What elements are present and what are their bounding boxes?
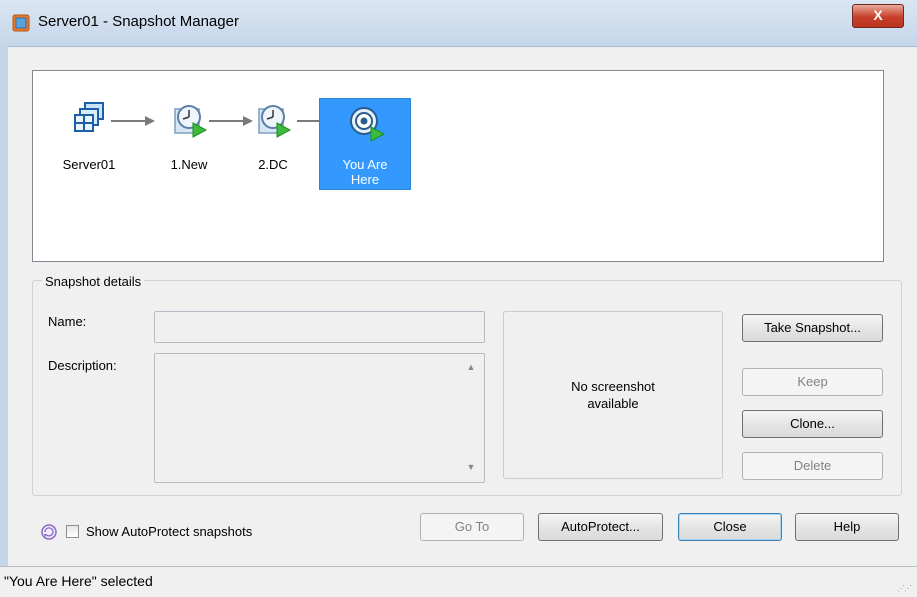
- screenshot-placeholder-line2: available: [587, 396, 639, 411]
- snapshot-tree-panel[interactable]: Server01 1.New 2.DC You Are Here: [32, 70, 884, 262]
- screenshot-preview: No screenshot available: [503, 311, 723, 479]
- screenshot-placeholder-line1: No screenshot: [571, 379, 655, 394]
- name-field[interactable]: [154, 311, 485, 343]
- delete-button[interactable]: Delete: [742, 452, 883, 480]
- snapshot-node-server01[interactable]: Server01: [43, 95, 135, 187]
- snapshot-manager-window: Server01 - Snapshot Manager X Server01 1…: [0, 0, 917, 597]
- autoprotect-clock-icon: [41, 524, 57, 540]
- status-bar: "You Are Here" selected ⋰⋰: [0, 566, 917, 597]
- snapshot-node-you-are-here[interactable]: You Are Here: [319, 98, 411, 190]
- snapshot-node-label-line1: You Are: [342, 157, 388, 172]
- snapshot-clock-icon: [174, 105, 208, 138]
- snapshot-clock-icon: [258, 105, 292, 138]
- show-autoprotect-label: Show AutoProtect snapshots: [86, 524, 253, 539]
- resize-grip-icon[interactable]: ⋰⋰: [897, 584, 912, 593]
- name-label: Name:: [48, 314, 87, 329]
- you-are-here-target-icon: [350, 107, 386, 142]
- help-button[interactable]: Help: [795, 513, 899, 541]
- snapshot-details-legend: Snapshot details: [42, 274, 145, 289]
- vmware-app-icon: [12, 14, 30, 32]
- snapshot-node-1-new[interactable]: 1.New: [143, 95, 235, 187]
- autoprotect-button[interactable]: AutoProtect...: [538, 513, 663, 541]
- status-text: "You Are Here" selected: [4, 573, 153, 589]
- scroll-up-arrow-icon[interactable]: ▲: [464, 360, 478, 374]
- scroll-down-arrow-icon[interactable]: ▼: [464, 460, 478, 474]
- keep-button[interactable]: Keep: [742, 368, 883, 396]
- virtual-machine-icon: [74, 102, 104, 132]
- snapshot-node-label-line2: Here: [350, 172, 380, 187]
- close-button[interactable]: Close: [678, 513, 782, 541]
- window-title: Server01 - Snapshot Manager: [38, 13, 239, 30]
- go-to-button[interactable]: Go To: [420, 513, 524, 541]
- take-snapshot-button[interactable]: Take Snapshot...: [742, 314, 883, 342]
- snapshot-node-label: 1.New: [170, 157, 208, 172]
- snapshot-node-label: 2.DC: [258, 157, 288, 172]
- window-frame-left: [0, 46, 8, 566]
- description-field[interactable]: [154, 353, 485, 483]
- snapshot-node-2-dc[interactable]: 2.DC: [227, 95, 319, 187]
- snapshot-node-label: Server01: [62, 157, 116, 172]
- title-bar[interactable]: Server01 - Snapshot Manager X: [0, 0, 917, 47]
- window-close-button[interactable]: X: [852, 4, 904, 28]
- description-label: Description:: [48, 358, 117, 373]
- clone-button[interactable]: Clone...: [742, 410, 883, 438]
- show-autoprotect-checkbox[interactable]: [66, 525, 79, 538]
